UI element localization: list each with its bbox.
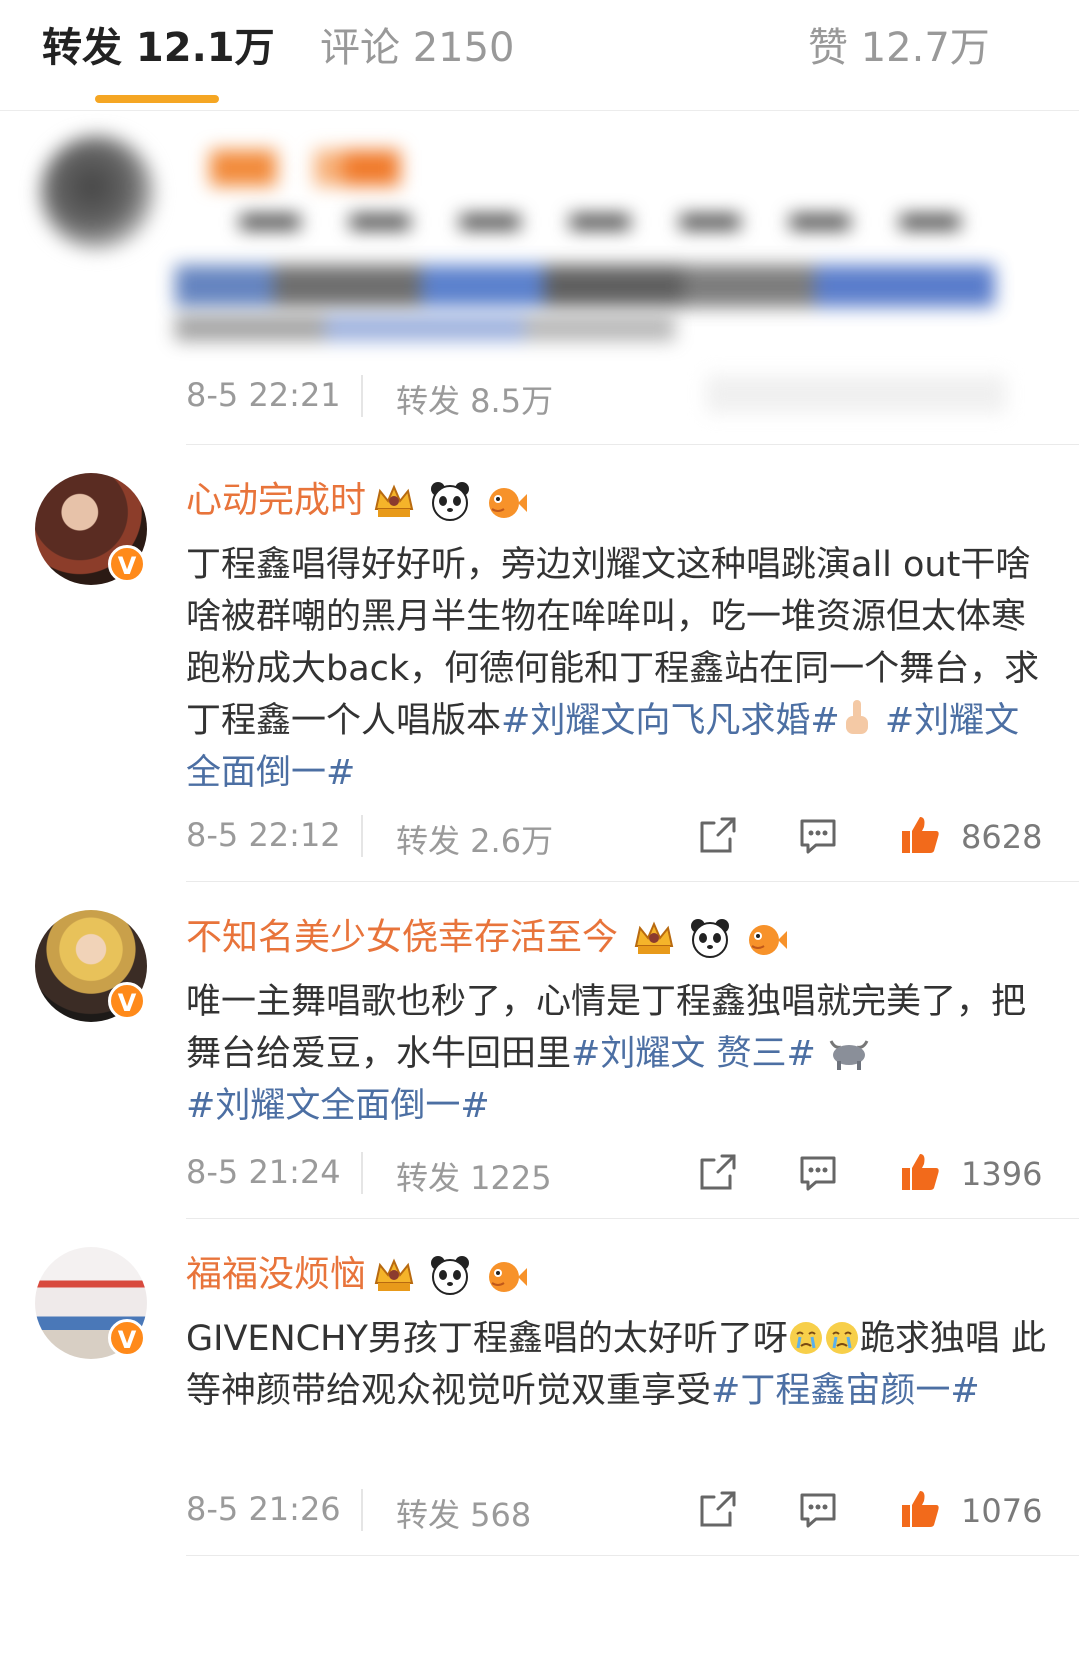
thumbs-up-icon[interactable]: [898, 1150, 942, 1194]
repost-count[interactable]: 转发 1225: [396, 1156, 552, 1200]
avatar[interactable]: [40, 135, 155, 250]
verified-badge: V: [108, 1319, 146, 1357]
hashtag-link[interactable]: #刘耀文全面倒一#: [186, 1086, 490, 1126]
hashtag-link[interactable]: #刘耀文 赘三#: [571, 1034, 816, 1074]
tab-indicator: [95, 95, 219, 103]
post-time: 8-5 21:24: [186, 1153, 341, 1191]
like-count: 1396: [961, 1155, 1043, 1193]
thumbs-up-icon[interactable]: [898, 1487, 942, 1531]
post-time: 8-5 21:26: [186, 1490, 341, 1528]
verified-badge: V: [108, 545, 146, 583]
verified-badge: V: [108, 982, 146, 1020]
repost-item[interactable]: V 心动完成时 丁程鑫唱得好好听，旁边刘耀文这种唱跳演all out干啥啥被群嘲…: [0, 445, 1079, 885]
panda-icon: [431, 1256, 469, 1295]
crying-icon: [789, 1322, 822, 1354]
user-badges: [372, 479, 528, 523]
blurred-text-line-2: [175, 265, 995, 307]
crying-icon: [825, 1322, 858, 1354]
divider: [186, 1555, 1079, 1556]
username[interactable]: 福福没烦恼: [186, 1251, 366, 1299]
crown-icon: [634, 921, 674, 954]
comment-icon[interactable]: [796, 1150, 840, 1194]
share-icon[interactable]: [696, 813, 740, 857]
post-meta: 8-5 21:26 转发 568 1076: [186, 1487, 1046, 1537]
post-meta: 8-5 22:12 转发 2.6万 8628: [186, 813, 1046, 863]
repost-item[interactable]: V 福福没烦恼 GIVENCHY男孩丁程鑫唱的太好听了呀 跪求独唱 此等神颜带给观…: [0, 1219, 1079, 1559]
repost-count[interactable]: 转发 568: [396, 1493, 531, 1537]
crown-icon: [374, 484, 414, 517]
blurred-actions: [706, 375, 1006, 413]
comment-icon[interactable]: [796, 1487, 840, 1531]
middle-finger-icon: [845, 700, 868, 734]
user-badges: [632, 916, 788, 960]
share-icon[interactable]: [696, 1487, 740, 1531]
comment-icon[interactable]: [796, 813, 840, 857]
username[interactable]: 心动完成时: [186, 477, 366, 525]
post-text: GIVENCHY男孩丁程鑫唱的太好听了呀: [186, 1319, 788, 1359]
blurred-text-line-1: [240, 215, 980, 229]
tab-reposts[interactable]: 转发 12.1万: [42, 20, 275, 76]
blurred-text-line-3: [175, 315, 675, 341]
blurred-username: [210, 150, 400, 186]
meta-separator: [361, 375, 363, 417]
tab-bar: 转发 12.1万 评论 2150 赞 12.7万: [0, 0, 1079, 111]
repost-count[interactable]: 转发 8.5万: [396, 379, 553, 423]
tab-comments[interactable]: 评论 2150: [320, 20, 515, 76]
post-time: 8-5 22:21: [186, 376, 341, 414]
fish-icon: [749, 925, 787, 955]
post-meta: 8-5 22:21 转发 8.5万: [186, 373, 1046, 423]
post-content: 丁程鑫唱得好好听，旁边刘耀文这种唱跳演all out干啥啥被群嘲的黑月半生物在哞…: [186, 539, 1046, 799]
post-content: 唯一主舞唱歌也秒了，心情是丁程鑫独唱就完美了，把舞台给爱豆，水牛回田里#刘耀文 …: [186, 976, 1046, 1132]
username[interactable]: 不知名美少女侥幸存活至今: [186, 914, 618, 962]
tab-likes[interactable]: 赞 12.7万: [808, 20, 990, 76]
ox-icon: [829, 1040, 869, 1070]
post-meta: 8-5 21:24 转发 1225 1396: [186, 1150, 1046, 1200]
repost-item-blurred[interactable]: 8-5 22:21 转发 8.5万: [0, 110, 1079, 445]
meta-separator: [361, 1489, 363, 1531]
panda-icon: [691, 919, 729, 958]
meta-separator: [361, 815, 363, 857]
share-icon[interactable]: [696, 1150, 740, 1194]
repost-item[interactable]: V 不知名美少女侥幸存活至今 唯一主舞唱歌也秒了，心情是丁程鑫独唱就完美了，把舞…: [0, 882, 1079, 1222]
hashtag-link[interactable]: #丁程鑫宙颜一#: [711, 1371, 980, 1411]
repost-count[interactable]: 转发 2.6万: [396, 819, 553, 863]
thumbs-up-icon[interactable]: [898, 813, 942, 857]
fish-icon: [489, 488, 527, 518]
post-content: GIVENCHY男孩丁程鑫唱的太好听了呀 跪求独唱 此等神颜带给观众视觉听觉双重享…: [186, 1313, 1046, 1417]
meta-separator: [361, 1152, 363, 1194]
like-count: 8628: [961, 818, 1043, 856]
post-time: 8-5 22:12: [186, 816, 341, 854]
hashtag-link[interactable]: #刘耀文向飞凡求婚#: [501, 701, 840, 741]
user-badges: [372, 1253, 528, 1297]
like-count: 1076: [961, 1492, 1043, 1530]
crown-icon: [374, 1258, 414, 1291]
panda-icon: [431, 482, 469, 521]
fish-icon: [489, 1262, 527, 1292]
